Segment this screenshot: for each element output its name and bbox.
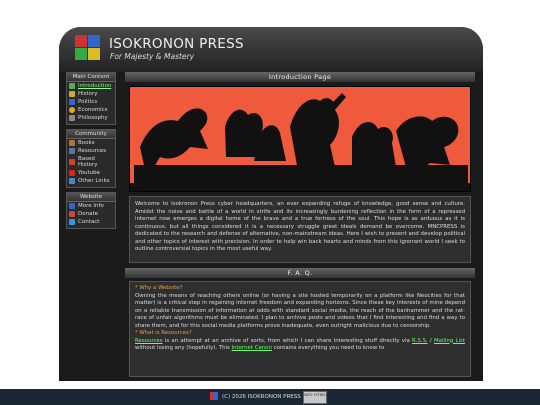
sidebar-heading: Main Content bbox=[67, 73, 115, 82]
youtube-icon bbox=[69, 170, 75, 176]
site-logo-icon[interactable] bbox=[75, 35, 101, 61]
banner-image bbox=[129, 86, 471, 192]
sidebar-item-label: Economics bbox=[78, 107, 108, 113]
site-footer: (C) 2026 ISOKRONON PRESS NEO CITIES bbox=[0, 389, 540, 405]
footer-logo-icon bbox=[210, 392, 218, 400]
sidebar-item-label: History bbox=[78, 91, 98, 97]
site-frame: ISOKRONON PRESS For Majesty & Mastery Ma… bbox=[59, 27, 483, 381]
sidebar-item-contact[interactable]: Contact bbox=[67, 218, 115, 226]
sidebar-heading: Website bbox=[67, 193, 115, 202]
faq-title: F. A. Q. bbox=[125, 268, 475, 278]
sidebar-item-introduction[interactable]: Introduction bbox=[67, 82, 115, 90]
neocities-badge[interactable]: NEO CITIES bbox=[303, 391, 327, 404]
info-icon bbox=[69, 203, 75, 209]
sidebar-item-economics[interactable]: Economics bbox=[67, 106, 115, 114]
intro-title: Introduction Page bbox=[125, 72, 475, 82]
faq-answer-text: without losing any (hopefully). This bbox=[135, 345, 232, 351]
sidebar-item-label: Donate bbox=[78, 211, 98, 217]
main-content: Introduction Page Welcome to Isokronon P… bbox=[125, 72, 475, 377]
sidebar-item-more-info[interactable]: More Info bbox=[67, 202, 115, 210]
sidebar-item-donate[interactable]: Donate bbox=[67, 210, 115, 218]
sidebar-item-philosophy[interactable]: Philosophy bbox=[67, 114, 115, 122]
home-icon bbox=[69, 83, 75, 89]
faq-body: * Why a Website? Owning the means of rea… bbox=[129, 281, 471, 377]
economics-icon bbox=[69, 107, 75, 113]
intro-text: Welcome to Isokronon Press cyber headqua… bbox=[129, 196, 471, 263]
sidebar-item-label: Resources bbox=[78, 148, 107, 154]
sidebar-item-youtube[interactable]: Youtube bbox=[67, 169, 115, 177]
donate-icon bbox=[69, 211, 75, 217]
sidebar: Main Content Introduction History Politi… bbox=[66, 72, 116, 233]
sidebar-community: Community Books Resources Based History … bbox=[66, 129, 116, 188]
link-icon bbox=[69, 178, 75, 184]
faq-question: * What is Resources? bbox=[135, 330, 192, 336]
sidebar-item-label: Youtube bbox=[78, 170, 100, 176]
sidebar-item-label: Contact bbox=[78, 219, 100, 225]
sidebar-item-history[interactable]: History bbox=[67, 90, 115, 98]
history-icon bbox=[69, 91, 75, 97]
sidebar-item-label: Politics bbox=[78, 99, 98, 105]
site-title: ISOKRONON PRESS bbox=[109, 36, 244, 52]
sidebar-item-label: Based History bbox=[78, 156, 98, 168]
faq-answer: Resources is an attempt at an archive of… bbox=[135, 338, 465, 353]
site-header: ISOKRONON PRESS For Majesty & Mastery bbox=[59, 27, 483, 72]
internet-canon-link[interactable]: Internet Canon bbox=[232, 345, 272, 351]
sidebar-item-books[interactable]: Books bbox=[67, 139, 115, 147]
politics-icon bbox=[69, 99, 75, 105]
resources-icon bbox=[69, 148, 75, 154]
philosophy-icon bbox=[69, 115, 75, 121]
faq-question: * Why a Website? bbox=[135, 285, 183, 291]
sidebar-item-based-history[interactable]: Based History bbox=[67, 155, 115, 169]
site-tagline: For Majesty & Mastery bbox=[110, 52, 195, 61]
faq-answer-text: is an attempt at an archive of sorts, fr… bbox=[162, 337, 413, 344]
sidebar-website: Website More Info Donate Contact bbox=[66, 192, 116, 229]
faq-section: F. A. Q. * Why a Website? Owning the mea… bbox=[125, 268, 475, 377]
mailing-list-link[interactable]: Mailing List bbox=[434, 338, 465, 344]
sidebar-heading: Community bbox=[67, 130, 115, 139]
sidebar-item-politics[interactable]: Politics bbox=[67, 98, 115, 106]
sidebar-item-label: Philosophy bbox=[78, 115, 108, 121]
sidebar-main-content: Main Content Introduction History Politi… bbox=[66, 72, 116, 125]
sidebar-item-resources[interactable]: Resources bbox=[67, 147, 115, 155]
sidebar-item-other-links[interactable]: Other Links bbox=[67, 177, 115, 185]
sidebar-item-label: Other Links bbox=[78, 178, 110, 184]
faq-answer: Owning the means of reaching others onli… bbox=[135, 292, 465, 329]
sidebar-item-label: Books bbox=[78, 140, 95, 146]
faq-answer-text: contains everything you need to know to bbox=[271, 345, 385, 351]
sidebar-item-label: More Info bbox=[78, 203, 104, 209]
statue-silhouette-image bbox=[130, 87, 470, 191]
footer-copyright: (C) 2026 ISOKRONON PRESS bbox=[222, 394, 301, 400]
book-icon bbox=[69, 140, 75, 146]
sidebar-item-label: Introduction bbox=[78, 83, 112, 89]
resources-link[interactable]: Resources bbox=[135, 338, 163, 344]
contact-icon bbox=[69, 219, 75, 225]
rss-link[interactable]: R.S.S. bbox=[412, 338, 428, 344]
based-history-icon bbox=[69, 159, 75, 165]
